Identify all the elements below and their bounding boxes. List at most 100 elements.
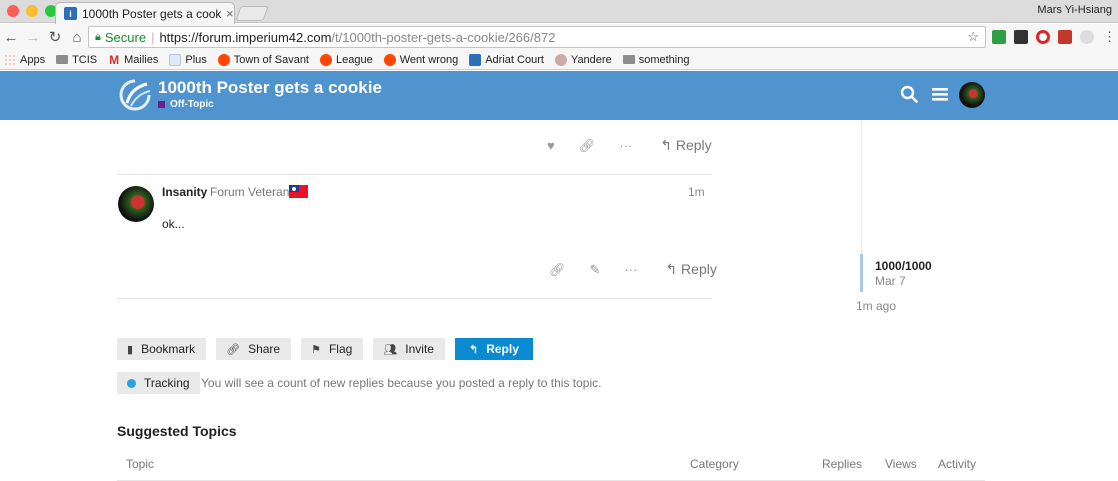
like-heart-icon[interactable]: ♥: [547, 138, 555, 153]
timeline-handle[interactable]: [860, 254, 863, 292]
bookmark-label: Yandere: [570, 53, 612, 66]
reddit-icon: [217, 53, 230, 66]
search-icon[interactable]: [900, 85, 918, 103]
post-user-title: Forum Veteran: [210, 185, 290, 199]
post-time[interactable]: 1m: [688, 185, 705, 199]
share-link-icon[interactable]: 🔗︎: [579, 138, 596, 154]
lock-icon: 🔒︎: [95, 30, 101, 43]
bookmark-went-wrong[interactable]: Went wrong: [383, 53, 459, 66]
extension-film-icon[interactable]: [1014, 30, 1028, 44]
timeline-date: Mar 7: [875, 274, 906, 288]
tab-title: 1000th Poster gets a cookie - I: [82, 6, 222, 21]
bookmark-yandere[interactable]: Yandere: [554, 53, 612, 66]
post-author-avatar[interactable]: [118, 186, 154, 222]
extension-grey-icon[interactable]: [1080, 30, 1094, 44]
flag-button[interactable]: ⚑ Flag: [301, 338, 364, 360]
back-arrow-icon[interactable]: ←: [0, 29, 22, 46]
address-bar[interactable]: 🔒︎ Secure | https://forum.imperium42.com…: [88, 26, 986, 48]
user-avatar[interactable]: [959, 82, 985, 108]
more-dots-icon[interactable]: ···: [619, 138, 632, 153]
timeline-track[interactable]: [861, 120, 862, 255]
reply-button[interactable]: ↰ Reply: [660, 137, 711, 154]
bookmark-town-of-savant[interactable]: Town of Savant: [217, 53, 309, 66]
bookmark-label: Apps: [20, 53, 46, 66]
bookmark-plus[interactable]: Plus: [169, 53, 207, 66]
bookmark-label: Went wrong: [399, 53, 459, 66]
bookmark-icon: ▮: [127, 343, 134, 356]
bookmark-label: Town of Savant: [233, 53, 309, 66]
column-activity[interactable]: Activity: [938, 457, 976, 471]
imperium-logo-icon[interactable]: [117, 78, 153, 112]
column-topic[interactable]: Topic: [126, 457, 154, 471]
category-color-swatch: [158, 101, 165, 108]
extension-green-icon[interactable]: [992, 30, 1006, 44]
opera-icon[interactable]: [1036, 30, 1050, 44]
reply-label: Reply: [681, 261, 717, 277]
bookmark-label: Adriat Court: [485, 53, 544, 66]
post-actions: 🔗︎ ✎ ··· ↰ Reply: [549, 261, 717, 278]
invite-label: Invite: [405, 342, 434, 356]
imperium-icon: [469, 53, 482, 66]
tab-close-icon[interactable]: ×: [226, 6, 234, 21]
url-path: /t/1000th-poster-gets-a-cookie/266/872: [331, 29, 556, 45]
share-button[interactable]: 🔗︎ Share: [216, 338, 292, 360]
flag-icon: ⚑: [311, 343, 321, 356]
bookmark-adriat-court[interactable]: Adriat Court: [469, 53, 544, 66]
home-icon[interactable]: ⌂: [66, 29, 88, 46]
profile-name[interactable]: Mars Yi-Hsiang: [1037, 4, 1112, 16]
invite-button[interactable]: 👥︎ Invite: [373, 338, 445, 360]
column-category[interactable]: Category: [690, 457, 739, 471]
edit-pencil-icon[interactable]: ✎: [590, 262, 601, 278]
browser-tab-active[interactable]: i 1000th Poster gets a cookie - I ×: [55, 2, 235, 24]
url-host: https://forum.imperium42.com: [159, 29, 332, 45]
browser-tab-strip: i 1000th Poster gets a cookie - I × Mars…: [0, 0, 1118, 24]
post-divider: [117, 174, 712, 175]
bookmark-tcis[interactable]: TCIS: [56, 54, 97, 66]
tracking-label: Tracking: [144, 376, 190, 390]
forward-arrow-icon[interactable]: →: [22, 29, 44, 46]
link-icon: 🔗︎: [226, 343, 241, 356]
new-tab-button[interactable]: [235, 6, 269, 21]
menu-dots-icon[interactable]: ⋮: [1103, 30, 1117, 44]
gmail-icon: M: [109, 52, 120, 67]
post-username[interactable]: Insanity: [162, 185, 207, 199]
bookmark-label: Plus: [185, 53, 207, 66]
close-window-button[interactable]: [7, 5, 19, 17]
topic-category[interactable]: Off-Topic: [158, 99, 214, 110]
reply-label: Reply: [675, 137, 712, 153]
tracking-dot-icon: [127, 378, 136, 388]
column-views[interactable]: Views: [885, 457, 917, 471]
hamburger-menu-icon[interactable]: [931, 85, 949, 103]
forum-header: 1000th Poster gets a cookie Off-Topic: [0, 71, 1118, 120]
reply-primary-button[interactable]: ↰ Reply: [454, 338, 533, 360]
reload-icon[interactable]: ↻: [44, 28, 66, 46]
browser-toolbar: ← → ↻ ⌂ 🔒︎ Secure | https://forum.imperi…: [0, 24, 1118, 50]
topic-title[interactable]: 1000th Poster gets a cookie: [158, 78, 382, 98]
post-divider: [117, 298, 712, 299]
bookmark-something[interactable]: something: [622, 54, 689, 66]
yandere-icon: [554, 53, 567, 66]
bookmark-label: Bookmark: [141, 342, 196, 356]
bookmarks-bar: Apps TCIS M Mailies Plus Town of Savant L…: [0, 50, 1118, 70]
bookmark-star-icon[interactable]: ☆: [967, 29, 979, 45]
more-dots-icon[interactable]: ···: [624, 262, 637, 277]
share-label: Share: [248, 342, 281, 356]
extension-red-icon[interactable]: [1058, 30, 1072, 44]
bookmark-mailies[interactable]: M Mailies: [108, 54, 158, 66]
bookmark-label: TCIS: [72, 53, 98, 66]
reddit-icon: [383, 53, 396, 66]
page-icon: [169, 53, 182, 66]
category-label: Off-Topic: [170, 99, 214, 110]
notification-level-button[interactable]: Tracking: [117, 372, 200, 394]
bookmark-apps[interactable]: Apps: [4, 53, 46, 66]
reply-button[interactable]: ↰ Reply: [665, 261, 716, 278]
minimize-window-button[interactable]: [26, 5, 38, 17]
timeline-last-activity[interactable]: 1m ago: [856, 299, 896, 313]
bookmark-league[interactable]: League: [320, 53, 373, 66]
bookmark-button[interactable]: ▮ Bookmark: [117, 338, 207, 360]
users-icon: 👥︎: [383, 343, 398, 356]
bookmark-label: Mailies: [124, 53, 159, 66]
reddit-icon: [320, 53, 332, 66]
column-replies[interactable]: Replies: [822, 457, 862, 471]
share-link-icon[interactable]: 🔗︎: [549, 262, 566, 278]
